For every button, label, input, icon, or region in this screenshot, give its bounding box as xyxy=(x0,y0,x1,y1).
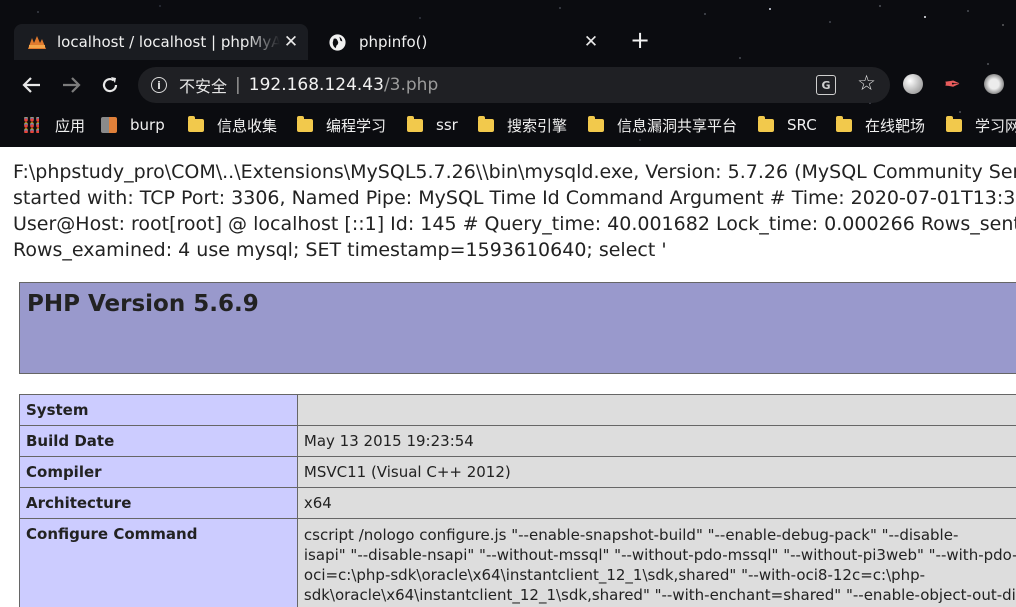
tab-phpmyadmin[interactable]: localhost / localhost | phpMyAdmin ✕ xyxy=(14,24,308,60)
apps-grid-icon xyxy=(23,117,39,133)
tab-title: phpinfo() xyxy=(359,33,428,51)
folder-icon xyxy=(946,115,962,132)
url-path[interactable]: /3.php xyxy=(384,75,438,95)
table-row: System xyxy=(19,394,1016,426)
page-content: F:\phpstudy_pro\COM\..\Extensions\MySQL5… xyxy=(0,147,1016,607)
bookmark-label: 在线靶场 xyxy=(865,116,926,135)
bookmark-label: 信息收集 xyxy=(217,116,278,135)
php-version-header: PHP Version 5.6.9 xyxy=(19,282,1016,374)
burp-icon xyxy=(101,117,117,133)
configure-line: cscript /nologo configure.js "--enable-s… xyxy=(303,526,959,544)
bookmark-label: burp xyxy=(130,116,165,134)
translate-icon[interactable]: G xyxy=(816,75,836,95)
bookmark-label: ssr xyxy=(436,116,458,134)
bookmark-burp[interactable]: burp xyxy=(101,114,165,136)
phpmyadmin-logo-icon xyxy=(28,36,46,49)
configure-line: isapi" "--disable-nsapi" "--without-mssq… xyxy=(303,546,1016,564)
row-value: x64 xyxy=(296,487,1016,519)
bookmark-label: 搜索引擎 xyxy=(507,116,568,135)
extension-gear-icon[interactable] xyxy=(984,74,1004,94)
log-line: Rows_examined: 4 use mysql; SET timestam… xyxy=(13,239,667,261)
arrow-left-icon xyxy=(22,77,40,93)
row-label: Architecture xyxy=(19,487,298,519)
extension-globe-icon[interactable] xyxy=(903,74,923,94)
bookmark-folder-online-range[interactable]: 在线靶场 xyxy=(836,114,925,136)
bookmark-label: 信息漏洞共享平台 xyxy=(617,116,738,135)
table-row: Configure Command cscript /nologo config… xyxy=(19,518,1016,607)
bookmark-folder-info-gathering[interactable]: 信息收集 xyxy=(188,114,277,136)
reload-icon xyxy=(102,77,118,93)
row-value: May 13 2015 19:23:54 xyxy=(296,425,1016,457)
arrow-right-icon xyxy=(63,77,81,93)
folder-icon xyxy=(407,115,423,132)
globe-icon xyxy=(329,33,346,51)
folder-icon xyxy=(836,115,852,132)
configure-command-value: cscript /nologo configure.js "--enable-s… xyxy=(296,518,1016,607)
new-tab-button[interactable]: + xyxy=(627,28,653,54)
close-tab-icon[interactable]: ✕ xyxy=(280,31,302,53)
reload-button[interactable] xyxy=(95,70,125,100)
log-line: started with: TCP Port: 3306, Named Pipe… xyxy=(13,187,1016,209)
bookmark-label: 学习网 xyxy=(975,116,1016,135)
php-version-title: PHP Version 5.6.9 xyxy=(27,291,259,317)
bookmark-folder-search-engines[interactable]: 搜索引擎 xyxy=(478,114,567,136)
bookmark-folder-learning[interactable]: 学习网 xyxy=(946,114,1016,136)
bookmark-folder-vuln-sharing[interactable]: 信息漏洞共享平台 xyxy=(588,114,737,136)
log-line: User@Host: root[root] @ localhost [::1] … xyxy=(13,213,1016,235)
row-label: Build Date xyxy=(19,425,298,457)
extension-feather-icon[interactable]: ✒ xyxy=(944,74,964,94)
log-line: F:\phpstudy_pro\COM\..\Extensions\MySQL5… xyxy=(13,161,1016,183)
folder-icon xyxy=(588,115,604,132)
bookmark-folder-ssr[interactable]: ssr xyxy=(407,114,458,136)
bookmark-folder-src[interactable]: SRC xyxy=(758,114,817,136)
forward-button[interactable] xyxy=(56,70,86,100)
folder-icon xyxy=(188,115,204,132)
row-label: System xyxy=(19,394,298,426)
bookmark-folder-programming[interactable]: 编程学习 xyxy=(297,114,386,136)
address-bar[interactable]: i 不安全 | 192.168.124.43/3.php G ☆ xyxy=(138,67,890,103)
folder-icon xyxy=(297,115,313,132)
configure-line: oci=c:\php-sdk\oracle\x64\instantclient_… xyxy=(303,566,926,584)
back-button[interactable] xyxy=(17,70,47,100)
row-label: Configure Command xyxy=(19,518,298,607)
bookmark-star-icon[interactable]: ☆ xyxy=(857,71,876,95)
bookmark-label: SRC xyxy=(787,116,817,134)
address-separator: | xyxy=(235,75,241,95)
table-row: Build Date May 13 2015 19:23:54 xyxy=(19,425,1016,457)
close-tab-icon[interactable]: ✕ xyxy=(580,31,602,53)
configure-line: sdk\oracle\x64\instantclient_12_1\sdk,sh… xyxy=(303,586,1016,604)
bookmark-apps[interactable]: 应用 xyxy=(23,114,85,136)
browser-chrome: localhost / localhost | phpMyAdmin ✕ php… xyxy=(0,0,1016,147)
not-secure-label[interactable]: 不安全 xyxy=(179,73,227,97)
row-label: Compiler xyxy=(19,456,298,488)
bookmarks-bar: 应用 burp 信息收集 编程学习 ssr 搜索引擎 信息漏洞共享平台 SRC xyxy=(0,110,1016,140)
phpinfo-table: System Build Date May 13 2015 19:23:54 C… xyxy=(19,394,1016,607)
folder-icon xyxy=(478,115,494,132)
table-row: Compiler MSVC11 (Visual C++ 2012) xyxy=(19,456,1016,488)
tab-phpinfo[interactable]: phpinfo() ✕ xyxy=(316,24,608,60)
row-value xyxy=(296,394,1016,426)
table-row: Architecture x64 xyxy=(19,487,1016,519)
mysql-log-output: F:\phpstudy_pro\COM\..\Extensions\MySQL5… xyxy=(13,159,1016,263)
bookmark-label: 编程学习 xyxy=(326,116,387,135)
url-host[interactable]: 192.168.124.43 xyxy=(249,75,384,95)
row-value: MSVC11 (Visual C++ 2012) xyxy=(296,456,1016,488)
tab-title: localhost / localhost | phpMyAdmin xyxy=(57,33,280,51)
folder-icon xyxy=(758,115,774,132)
site-info-icon[interactable]: i xyxy=(151,77,167,93)
bookmark-label: 应用 xyxy=(55,116,86,135)
